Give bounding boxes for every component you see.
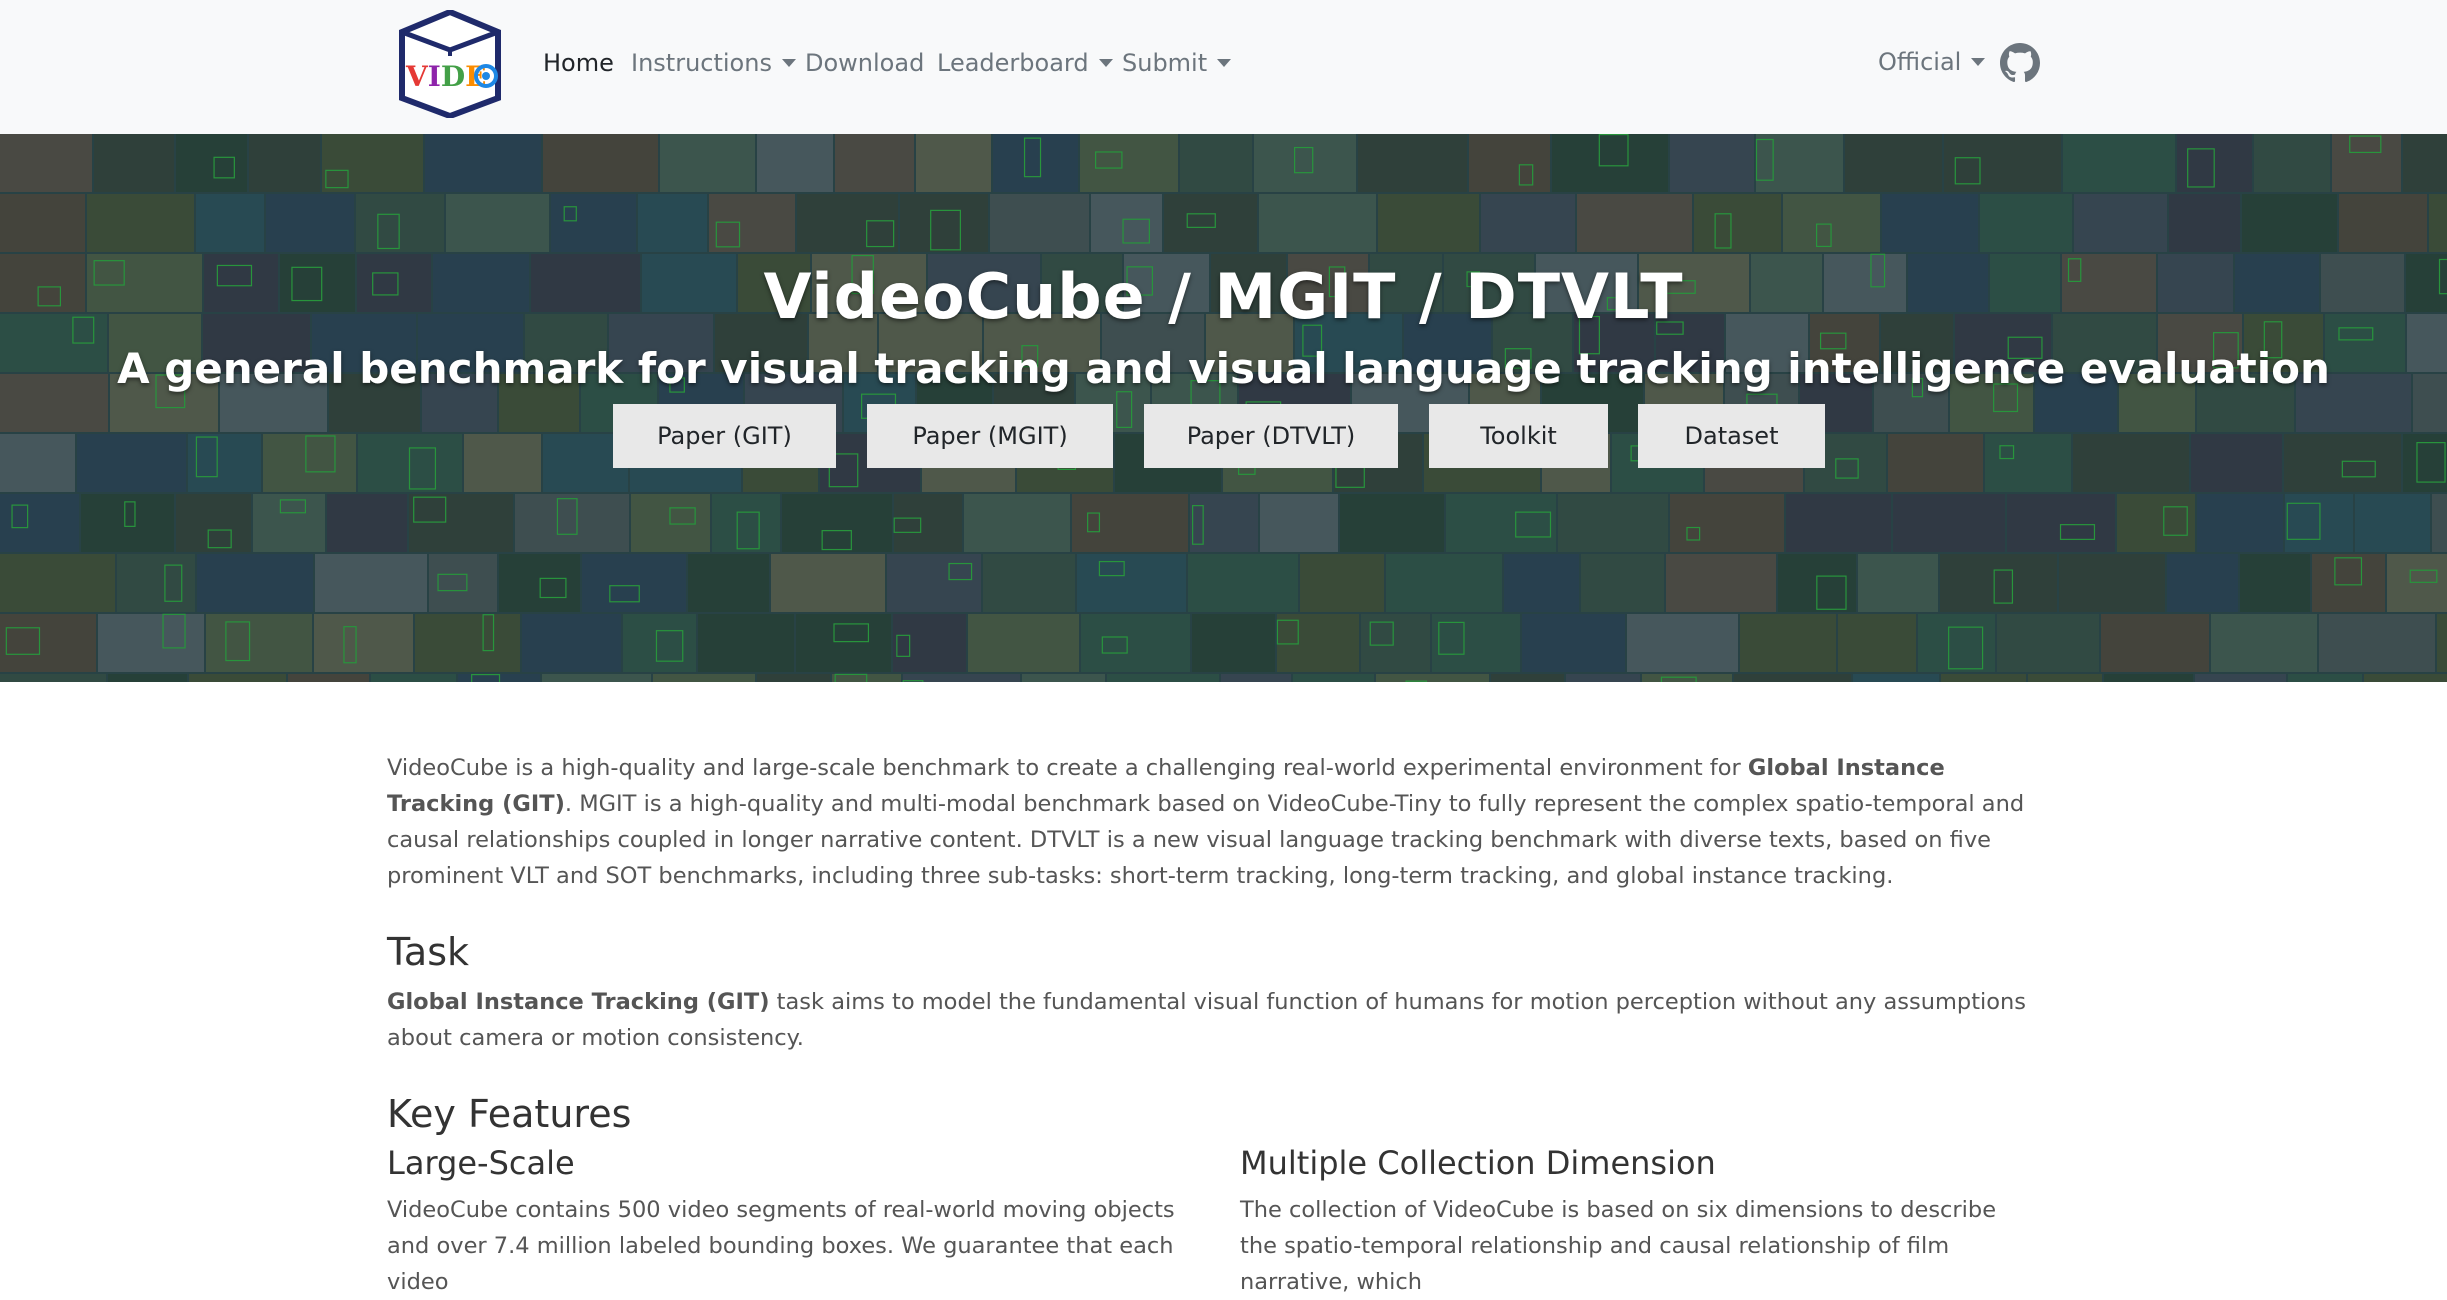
- intro-text-2: . MGIT is a high-quality and multi-modal…: [387, 791, 2025, 889]
- paper-dtvlt-button[interactable]: Paper (DTVLT): [1144, 404, 1398, 468]
- main-content: VideoCube is a high-quality and large-sc…: [387, 750, 2047, 1300]
- nav-download-label: Download: [805, 49, 925, 77]
- hero-title: VideoCube / MGIT / DTVLT: [763, 260, 1684, 333]
- nav-leaderboard[interactable]: Leaderboard: [937, 46, 1113, 80]
- intro-text-1: VideoCube is a high-quality and large-sc…: [387, 755, 1748, 781]
- feature-large-scale: Large-Scale VideoCube contains 500 video…: [387, 1144, 1177, 1300]
- nav-submit-label: Submit: [1122, 49, 1208, 77]
- feature-text: The collection of VideoCube is based on …: [1240, 1197, 1997, 1295]
- nav-official-label: Official: [1878, 48, 1962, 76]
- nav-home-label: Home: [543, 49, 614, 77]
- caret-down-icon: [1217, 59, 1232, 67]
- feature-title: Multiple Collection Dimension: [1240, 1144, 1716, 1182]
- task-paragraph: Global Instance Tracking (GIT) task aims…: [387, 984, 2047, 1056]
- github-icon[interactable]: [2000, 43, 2040, 83]
- hero-subtitle: A general benchmark for visual tracking …: [117, 344, 2330, 393]
- nav-download[interactable]: Download: [805, 46, 924, 80]
- caret-down-icon: [1098, 59, 1113, 67]
- intro-paragraph: VideoCube is a high-quality and large-sc…: [387, 750, 2047, 894]
- dataset-button[interactable]: Dataset: [1638, 404, 1825, 468]
- paper-mgit-button[interactable]: Paper (MGIT): [867, 404, 1113, 468]
- nav-official-dropdown[interactable]: Official: [1878, 45, 1986, 79]
- feature-multiple-collection-dimension: Multiple Collection Dimension The collec…: [1240, 1144, 2040, 1300]
- task-heading: Task: [387, 930, 470, 974]
- nav-instructions[interactable]: Instructions: [631, 46, 796, 80]
- nav-instructions-label: Instructions: [631, 49, 772, 77]
- nav-home[interactable]: Home: [543, 46, 614, 80]
- videocube-logo[interactable]: VIDE: [392, 10, 508, 118]
- feature-title: Large-Scale: [387, 1144, 575, 1182]
- toolkit-button[interactable]: Toolkit: [1429, 404, 1608, 468]
- top-navbar: VIDE Home Instructions Download Leaderbo…: [0, 0, 2447, 134]
- task-bold-git: Global Instance Tracking (GIT): [387, 989, 770, 1015]
- key-features-heading: Key Features: [387, 1092, 632, 1136]
- nav-leaderboard-label: Leaderboard: [937, 49, 1089, 77]
- caret-down-icon: [1971, 58, 1986, 66]
- paper-git-button[interactable]: Paper (GIT): [613, 404, 836, 468]
- feature-text: VideoCube contains 500 video segments of…: [387, 1197, 1175, 1295]
- caret-down-icon: [781, 59, 796, 67]
- features-row: Large-Scale VideoCube contains 500 video…: [387, 1144, 2047, 1300]
- nav-submit[interactable]: Submit: [1122, 46, 1232, 80]
- hero-banner: VideoCube / MGIT / DTVLT A general bench…: [0, 134, 2447, 682]
